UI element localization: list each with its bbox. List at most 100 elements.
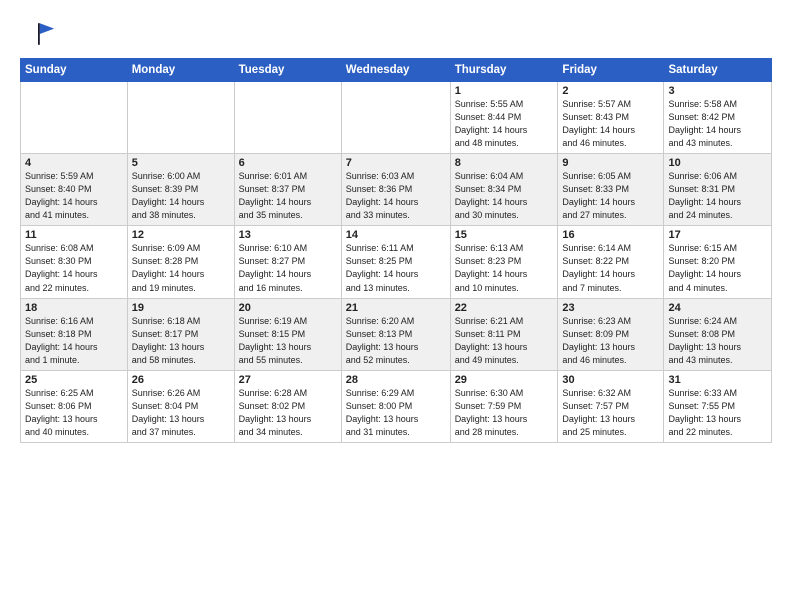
- day-info: Sunrise: 6:09 AM Sunset: 8:28 PM Dayligh…: [132, 242, 230, 294]
- calendar-cell: 2Sunrise: 5:57 AM Sunset: 8:43 PM Daylig…: [558, 82, 664, 154]
- calendar-cell: 29Sunrise: 6:30 AM Sunset: 7:59 PM Dayli…: [450, 370, 558, 442]
- calendar-cell: 25Sunrise: 6:25 AM Sunset: 8:06 PM Dayli…: [21, 370, 128, 442]
- day-number: 12: [132, 229, 230, 241]
- calendar-cell: 5Sunrise: 6:00 AM Sunset: 8:39 PM Daylig…: [127, 154, 234, 226]
- day-info: Sunrise: 6:20 AM Sunset: 8:13 PM Dayligh…: [346, 315, 446, 367]
- day-number: 24: [668, 302, 767, 314]
- calendar-cell: 8Sunrise: 6:04 AM Sunset: 8:34 PM Daylig…: [450, 154, 558, 226]
- calendar-week-row: 18Sunrise: 6:16 AM Sunset: 8:18 PM Dayli…: [21, 298, 772, 370]
- calendar-cell: 22Sunrise: 6:21 AM Sunset: 8:11 PM Dayli…: [450, 298, 558, 370]
- calendar-week-row: 4Sunrise: 5:59 AM Sunset: 8:40 PM Daylig…: [21, 154, 772, 226]
- calendar-cell: 12Sunrise: 6:09 AM Sunset: 8:28 PM Dayli…: [127, 226, 234, 298]
- calendar-cell: 27Sunrise: 6:28 AM Sunset: 8:02 PM Dayli…: [234, 370, 341, 442]
- day-info: Sunrise: 6:04 AM Sunset: 8:34 PM Dayligh…: [455, 170, 554, 222]
- day-info: Sunrise: 6:00 AM Sunset: 8:39 PM Dayligh…: [132, 170, 230, 222]
- day-info: Sunrise: 5:55 AM Sunset: 8:44 PM Dayligh…: [455, 98, 554, 150]
- day-info: Sunrise: 6:30 AM Sunset: 7:59 PM Dayligh…: [455, 387, 554, 439]
- calendar-week-row: 25Sunrise: 6:25 AM Sunset: 8:06 PM Dayli…: [21, 370, 772, 442]
- day-info: Sunrise: 6:19 AM Sunset: 8:15 PM Dayligh…: [239, 315, 337, 367]
- day-number: 19: [132, 302, 230, 314]
- day-number: 10: [668, 157, 767, 169]
- day-number: 30: [562, 374, 659, 386]
- calendar-cell: 6Sunrise: 6:01 AM Sunset: 8:37 PM Daylig…: [234, 154, 341, 226]
- day-number: 6: [239, 157, 337, 169]
- day-info: Sunrise: 6:05 AM Sunset: 8:33 PM Dayligh…: [562, 170, 659, 222]
- day-info: Sunrise: 6:24 AM Sunset: 8:08 PM Dayligh…: [668, 315, 767, 367]
- day-number: 29: [455, 374, 554, 386]
- day-info: Sunrise: 6:14 AM Sunset: 8:22 PM Dayligh…: [562, 242, 659, 294]
- calendar-cell: 10Sunrise: 6:06 AM Sunset: 8:31 PM Dayli…: [664, 154, 772, 226]
- day-info: Sunrise: 6:29 AM Sunset: 8:00 PM Dayligh…: [346, 387, 446, 439]
- day-info: Sunrise: 6:10 AM Sunset: 8:27 PM Dayligh…: [239, 242, 337, 294]
- day-info: Sunrise: 6:03 AM Sunset: 8:36 PM Dayligh…: [346, 170, 446, 222]
- day-info: Sunrise: 6:06 AM Sunset: 8:31 PM Dayligh…: [668, 170, 767, 222]
- calendar-cell: 17Sunrise: 6:15 AM Sunset: 8:20 PM Dayli…: [664, 226, 772, 298]
- day-info: Sunrise: 5:57 AM Sunset: 8:43 PM Dayligh…: [562, 98, 659, 150]
- day-number: 28: [346, 374, 446, 386]
- day-number: 14: [346, 229, 446, 241]
- day-number: 27: [239, 374, 337, 386]
- col-header-monday: Monday: [127, 59, 234, 82]
- calendar-cell: 20Sunrise: 6:19 AM Sunset: 8:15 PM Dayli…: [234, 298, 341, 370]
- day-info: Sunrise: 6:18 AM Sunset: 8:17 PM Dayligh…: [132, 315, 230, 367]
- day-number: 9: [562, 157, 659, 169]
- logo: [20, 16, 62, 52]
- calendar-cell: 3Sunrise: 5:58 AM Sunset: 8:42 PM Daylig…: [664, 82, 772, 154]
- calendar-cell: [234, 82, 341, 154]
- calendar-cell: [341, 82, 450, 154]
- calendar-week-row: 11Sunrise: 6:08 AM Sunset: 8:30 PM Dayli…: [21, 226, 772, 298]
- col-header-tuesday: Tuesday: [234, 59, 341, 82]
- header: [20, 16, 772, 52]
- calendar-cell: 23Sunrise: 6:23 AM Sunset: 8:09 PM Dayli…: [558, 298, 664, 370]
- calendar-cell: 14Sunrise: 6:11 AM Sunset: 8:25 PM Dayli…: [341, 226, 450, 298]
- day-number: 7: [346, 157, 446, 169]
- col-header-sunday: Sunday: [21, 59, 128, 82]
- calendar-table: SundayMondayTuesdayWednesdayThursdayFrid…: [20, 58, 772, 443]
- day-info: Sunrise: 6:23 AM Sunset: 8:09 PM Dayligh…: [562, 315, 659, 367]
- day-number: 3: [668, 85, 767, 97]
- col-header-wednesday: Wednesday: [341, 59, 450, 82]
- calendar-cell: 9Sunrise: 6:05 AM Sunset: 8:33 PM Daylig…: [558, 154, 664, 226]
- day-info: Sunrise: 6:15 AM Sunset: 8:20 PM Dayligh…: [668, 242, 767, 294]
- day-info: Sunrise: 5:58 AM Sunset: 8:42 PM Dayligh…: [668, 98, 767, 150]
- day-number: 22: [455, 302, 554, 314]
- day-number: 2: [562, 85, 659, 97]
- day-info: Sunrise: 6:16 AM Sunset: 8:18 PM Dayligh…: [25, 315, 123, 367]
- day-number: 1: [455, 85, 554, 97]
- calendar-cell: 18Sunrise: 6:16 AM Sunset: 8:18 PM Dayli…: [21, 298, 128, 370]
- calendar-cell: 21Sunrise: 6:20 AM Sunset: 8:13 PM Dayli…: [341, 298, 450, 370]
- calendar-week-row: 1Sunrise: 5:55 AM Sunset: 8:44 PM Daylig…: [21, 82, 772, 154]
- day-number: 23: [562, 302, 659, 314]
- calendar-cell: 30Sunrise: 6:32 AM Sunset: 7:57 PM Dayli…: [558, 370, 664, 442]
- day-info: Sunrise: 6:08 AM Sunset: 8:30 PM Dayligh…: [25, 242, 123, 294]
- day-info: Sunrise: 6:25 AM Sunset: 8:06 PM Dayligh…: [25, 387, 123, 439]
- day-number: 15: [455, 229, 554, 241]
- col-header-friday: Friday: [558, 59, 664, 82]
- calendar-cell: 13Sunrise: 6:10 AM Sunset: 8:27 PM Dayli…: [234, 226, 341, 298]
- day-info: Sunrise: 6:01 AM Sunset: 8:37 PM Dayligh…: [239, 170, 337, 222]
- day-info: Sunrise: 5:59 AM Sunset: 8:40 PM Dayligh…: [25, 170, 123, 222]
- day-number: 11: [25, 229, 123, 241]
- col-header-thursday: Thursday: [450, 59, 558, 82]
- day-number: 26: [132, 374, 230, 386]
- calendar-cell: 11Sunrise: 6:08 AM Sunset: 8:30 PM Dayli…: [21, 226, 128, 298]
- calendar-cell: 4Sunrise: 5:59 AM Sunset: 8:40 PM Daylig…: [21, 154, 128, 226]
- day-info: Sunrise: 6:11 AM Sunset: 8:25 PM Dayligh…: [346, 242, 446, 294]
- calendar-cell: 16Sunrise: 6:14 AM Sunset: 8:22 PM Dayli…: [558, 226, 664, 298]
- day-number: 16: [562, 229, 659, 241]
- calendar-cell: 28Sunrise: 6:29 AM Sunset: 8:00 PM Dayli…: [341, 370, 450, 442]
- calendar-cell: 24Sunrise: 6:24 AM Sunset: 8:08 PM Dayli…: [664, 298, 772, 370]
- calendar-cell: 31Sunrise: 6:33 AM Sunset: 7:55 PM Dayli…: [664, 370, 772, 442]
- day-number: 31: [668, 374, 767, 386]
- day-info: Sunrise: 6:28 AM Sunset: 8:02 PM Dayligh…: [239, 387, 337, 439]
- day-info: Sunrise: 6:32 AM Sunset: 7:57 PM Dayligh…: [562, 387, 659, 439]
- day-number: 21: [346, 302, 446, 314]
- logo-icon: [20, 16, 56, 52]
- day-number: 18: [25, 302, 123, 314]
- day-info: Sunrise: 6:33 AM Sunset: 7:55 PM Dayligh…: [668, 387, 767, 439]
- calendar-cell: 19Sunrise: 6:18 AM Sunset: 8:17 PM Dayli…: [127, 298, 234, 370]
- calendar-cell: [21, 82, 128, 154]
- calendar-header-row: SundayMondayTuesdayWednesdayThursdayFrid…: [21, 59, 772, 82]
- day-number: 4: [25, 157, 123, 169]
- calendar-cell: 26Sunrise: 6:26 AM Sunset: 8:04 PM Dayli…: [127, 370, 234, 442]
